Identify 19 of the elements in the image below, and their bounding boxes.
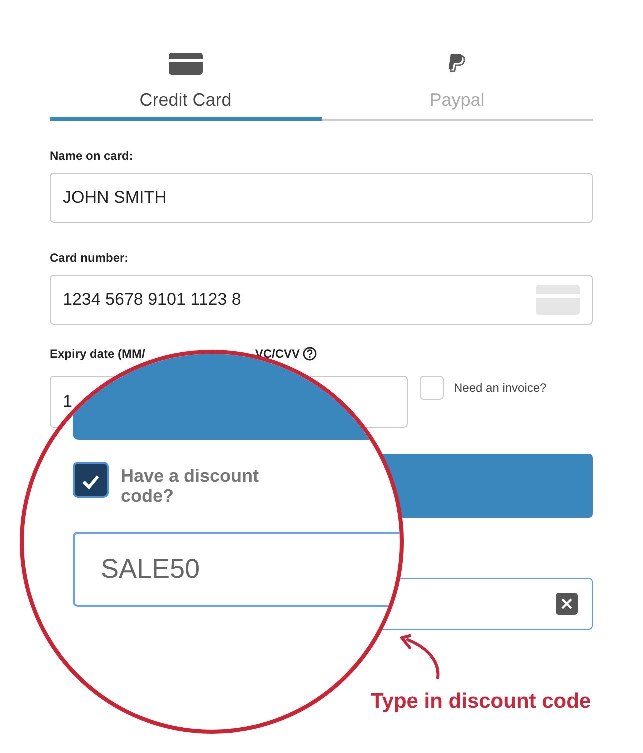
input-field[interactable]: SALE50: [73, 532, 400, 607]
field-label: VC/CVV: [255, 347, 300, 361]
field-label: Expiry date (MM/: [50, 347, 146, 361]
curved-arrow-icon: [398, 632, 442, 682]
checkbox[interactable]: [73, 462, 109, 498]
field-label: Name on card:: [50, 149, 134, 163]
checkbox-label: Need an invoice?: [454, 381, 547, 395]
checkbox[interactable]: [420, 376, 444, 400]
field-label: Card number:: [50, 251, 130, 265]
input-field[interactable]: JOHN SMITH: [50, 173, 593, 223]
paypal-icon: [446, 53, 468, 75]
credit-card-icon: [168, 53, 203, 75]
close-icon[interactable]: [556, 593, 578, 615]
input-field[interactable]: 1234 5678 9101 1123 8: [50, 275, 593, 325]
tab[interactable]: Credit Card: [50, 48, 322, 121]
help-icon[interactable]: [303, 347, 318, 361]
checkbox-label: Have a discount code?: [121, 466, 260, 506]
card-icon: [536, 285, 580, 315]
annotation-text: Type in discount code: [371, 690, 592, 714]
